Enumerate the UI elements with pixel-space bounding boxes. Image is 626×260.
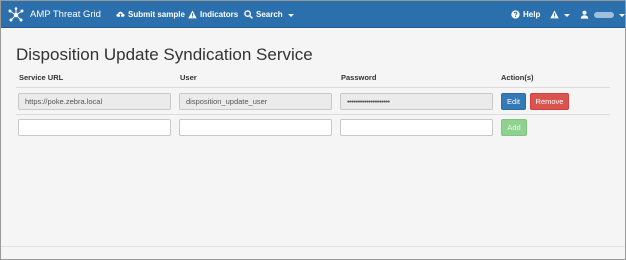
nav-search-label: Search <box>256 10 283 19</box>
chevron-down-icon <box>564 13 570 17</box>
column-header-password: Password <box>341 73 377 82</box>
nav-submit-sample-label: Submit sample <box>128 10 185 19</box>
chevron-down-icon <box>619 13 625 17</box>
service-url-field: https://poke.zebra.local <box>18 93 171 110</box>
chevron-down-icon <box>287 13 294 17</box>
user-icon <box>580 10 589 19</box>
nav-search-dropdown[interactable]: Search <box>244 1 294 28</box>
cloud-upload-icon <box>116 11 125 18</box>
search-icon <box>244 10 253 19</box>
top-navbar: AMP Threat Grid Submit sample Indicators… <box>1 1 625 28</box>
warning-triangle-icon <box>188 10 197 19</box>
nav-user-dropdown[interactable] <box>580 1 625 28</box>
user-field: disposition_update_user <box>179 93 332 110</box>
edit-button[interactable]: Edit <box>501 93 526 110</box>
nav-help[interactable]: Help <box>511 1 540 28</box>
table-row-divider <box>16 114 610 115</box>
table-header-divider <box>16 87 610 88</box>
user-name-redacted <box>594 11 614 18</box>
footer-divider <box>1 246 625 247</box>
new-user-input[interactable] <box>179 119 332 136</box>
add-button[interactable]: Add <box>501 119 527 136</box>
threat-grid-logo-icon <box>8 6 24 21</box>
column-header-service-url: Service URL <box>19 73 64 82</box>
column-header-user: User <box>180 73 197 82</box>
nav-submit-sample[interactable]: Submit sample <box>116 1 185 28</box>
password-field: •••••••••••••••••••• <box>340 93 493 110</box>
nav-help-label: Help <box>523 10 541 19</box>
nav-alerts-dropdown[interactable] <box>550 1 570 28</box>
warning-triangle-icon <box>550 10 559 19</box>
new-service-url-input[interactable] <box>18 119 171 136</box>
new-password-input[interactable] <box>340 119 493 136</box>
brand-name: AMP Threat Grid <box>30 9 101 20</box>
nav-indicators[interactable]: Indicators <box>188 1 238 28</box>
remove-button[interactable]: Remove <box>530 93 569 110</box>
column-header-actions: Action(s) <box>501 73 534 82</box>
nav-indicators-label: Indicators <box>200 10 239 19</box>
brand-link[interactable]: AMP Threat Grid <box>7 1 101 28</box>
question-circle-icon <box>511 10 520 19</box>
page-title: Disposition Update Syndication Service <box>16 45 313 64</box>
